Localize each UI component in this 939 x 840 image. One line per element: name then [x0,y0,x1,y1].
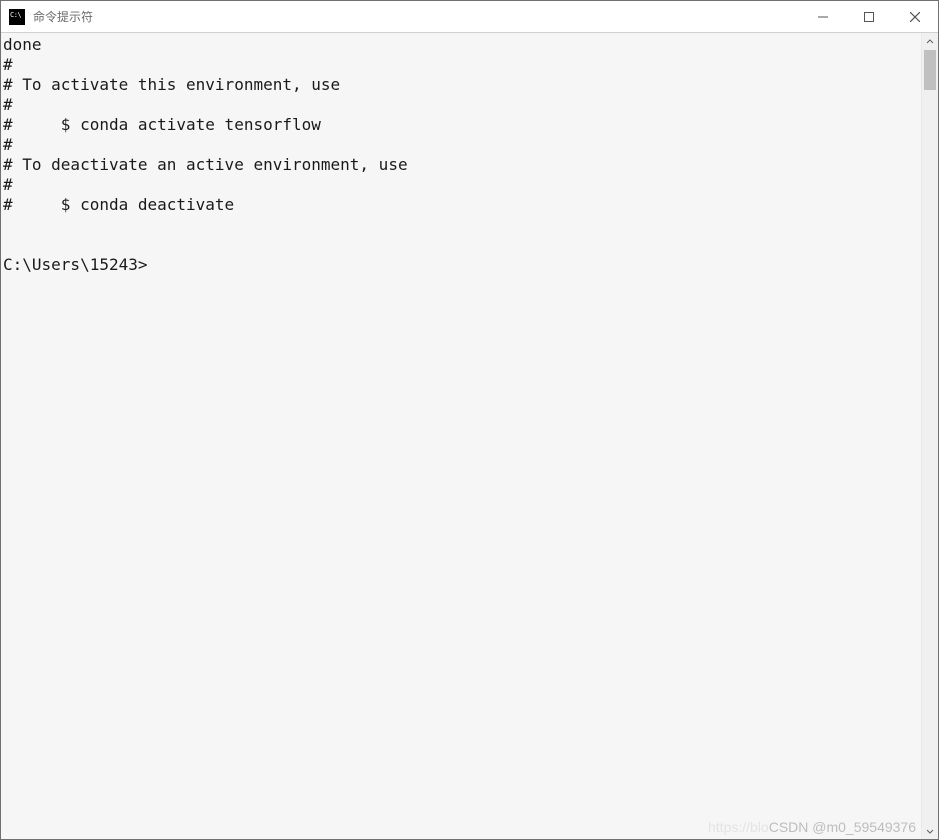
titlebar[interactable]: 命令提示符 [1,1,938,33]
chevron-down-icon [926,827,934,835]
maximize-button[interactable] [846,1,892,33]
scrollbar-track[interactable] [922,50,938,822]
close-button[interactable] [892,1,938,33]
scroll-down-button[interactable] [922,822,938,839]
minimize-icon [818,12,828,22]
vertical-scrollbar[interactable] [921,33,938,839]
window-frame: 命令提示符 done # # To activate this environm… [0,0,939,840]
maximize-icon [864,12,874,22]
close-icon [910,12,920,22]
cmd-icon [9,9,25,25]
scrollbar-thumb[interactable] [924,50,936,90]
terminal-output[interactable]: done # # To activate this environment, u… [1,33,921,839]
scroll-up-button[interactable] [922,33,938,50]
minimize-button[interactable] [800,1,846,33]
chevron-up-icon [926,38,934,46]
client-area: done # # To activate this environment, u… [1,33,938,839]
window-title: 命令提示符 [33,1,93,33]
